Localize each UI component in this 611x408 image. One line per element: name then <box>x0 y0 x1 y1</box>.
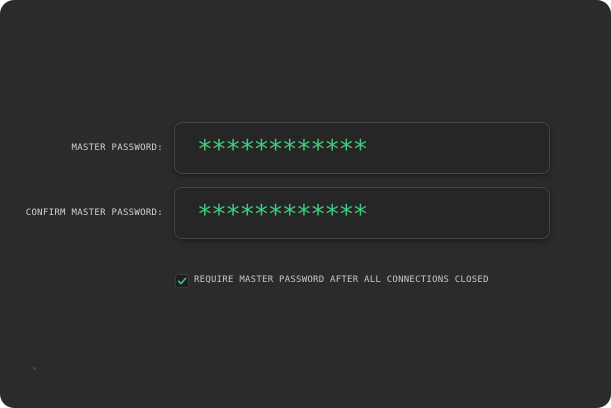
master-password-window: MASTER PASSWORD: ************ CONFIRM MA… <box>0 0 611 408</box>
confirm-password-row: CONFIRM MASTER PASSWORD: ************ <box>0 187 611 239</box>
check-icon <box>177 277 187 285</box>
master-password-label: MASTER PASSWORD: <box>71 143 163 153</box>
master-password-value: ************ <box>197 135 368 165</box>
decorative-dot <box>33 367 36 370</box>
confirm-password-value: ************ <box>197 200 368 230</box>
require-password-checkbox-label: REQUIRE MASTER PASSWORD AFTER ALL CONNEC… <box>194 275 489 285</box>
require-password-checkbox[interactable] <box>175 274 189 288</box>
master-password-row: MASTER PASSWORD: ************ <box>0 122 611 174</box>
confirm-password-field[interactable]: ************ <box>174 187 550 239</box>
master-password-field[interactable]: ************ <box>174 122 550 174</box>
confirm-password-label: CONFIRM MASTER PASSWORD: <box>25 208 163 218</box>
